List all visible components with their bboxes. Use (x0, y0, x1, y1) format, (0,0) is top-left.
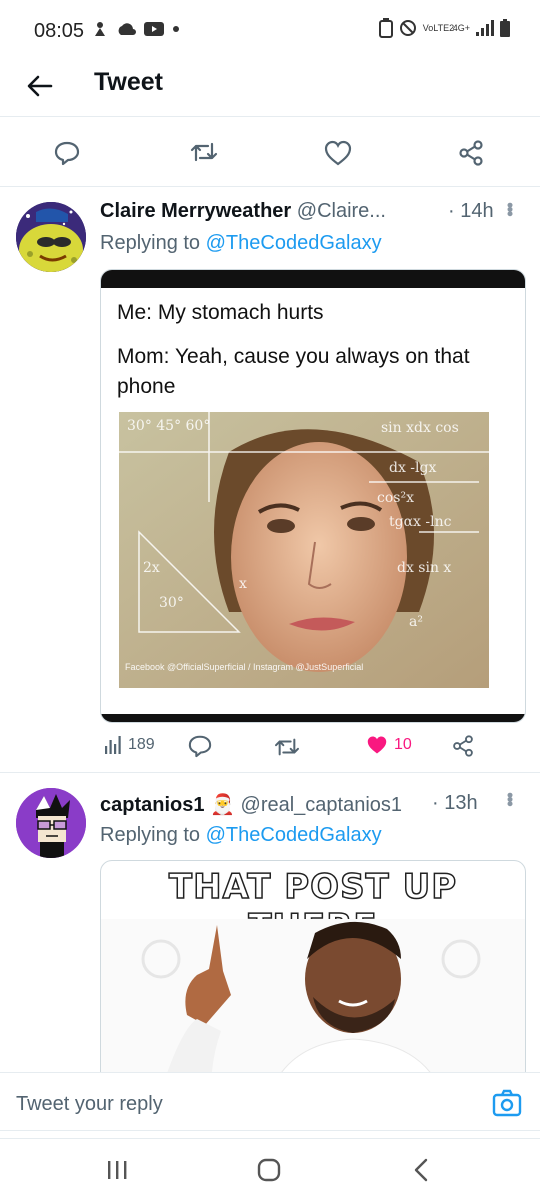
recent-apps-icon (108, 1161, 127, 1179)
battery-icon (500, 19, 510, 37)
recent-apps-button[interactable] (102, 1155, 132, 1185)
replying-to: Replying to @TheCodedGalaxy (100, 824, 382, 847)
author-handle[interactable]: @real_captanios1 (241, 794, 403, 816)
share-icon (459, 140, 483, 166)
reply-icon (188, 735, 212, 758)
tweet-time[interactable]: · 14h (448, 200, 494, 223)
liked-heart-icon (367, 736, 387, 754)
views-count: 189 (128, 736, 155, 753)
svg-text:a²: a² (409, 614, 423, 630)
divider (0, 116, 540, 117)
views-button[interactable]: 189 (104, 736, 155, 754)
do-not-disturb-icon (399, 20, 416, 36)
meme-watermark: Facebook @OfficialSuperficial / Instagra… (125, 662, 363, 672)
confused-math-lady-image: 30° 45° 60° sin xdx cos dx -lgx cos²x tg… (119, 412, 489, 688)
retweet-icon (274, 738, 300, 756)
share-icon (453, 735, 473, 757)
author-handle[interactable]: @Claire... (297, 200, 386, 222)
more-options-button[interactable]: ••• (499, 792, 520, 805)
notification-icon (95, 22, 105, 36)
svg-text:30°: 30° (159, 595, 184, 611)
author-name[interactable]: Claire Merryweather (100, 200, 291, 222)
replying-to-link[interactable]: @TheCodedGalaxy (206, 232, 382, 254)
avatar[interactable] (16, 202, 86, 272)
reply-input[interactable]: Tweet your reply (16, 1093, 163, 1116)
replying-prefix: Replying to (100, 824, 206, 846)
svg-text:tgαx -lnc: tgαx -lnc (389, 514, 452, 530)
home-icon (257, 1158, 281, 1182)
avatar[interactable] (16, 788, 86, 858)
volte-label: VoLTE2 (422, 22, 455, 33)
santa-badge: 🎅 (210, 794, 235, 816)
page-title: Tweet (94, 68, 163, 96)
reply-icon (54, 141, 80, 166)
reply-tweet[interactable]: Claire Merryweather @Claire... · 14h •••… (0, 186, 540, 772)
battery-saver-icon (378, 18, 393, 38)
cloud-icon (118, 23, 136, 35)
like-button[interactable] (324, 140, 352, 166)
meme-line-2: Mom: Yeah, cause you always on that phon… (117, 345, 470, 399)
svg-text:x: x (239, 576, 247, 592)
divider (0, 1130, 540, 1131)
svg-text:sin xdx cos: sin xdx cos (381, 420, 459, 436)
dot-icon (173, 26, 179, 32)
parent-tweet-actions (0, 134, 540, 174)
retweet-button[interactable] (274, 736, 300, 758)
share-button[interactable] (452, 735, 474, 757)
share-button[interactable] (458, 140, 484, 166)
tweet-media[interactable]: THAT POST UP THERE (100, 860, 526, 1072)
like-icon (324, 140, 352, 166)
like-button[interactable]: 10 (366, 735, 412, 755)
back-arrow-icon (27, 75, 53, 97)
tweet-media[interactable]: Me: My stomach hurts Mom: Yeah, cause yo… (100, 269, 526, 723)
replying-to-link[interactable]: @TheCodedGalaxy (206, 824, 382, 846)
chevron-left-icon (414, 1158, 428, 1182)
signal-icon (476, 20, 494, 36)
media-top-bar (101, 270, 525, 288)
youtube-icon (144, 22, 164, 36)
retweet-icon (190, 142, 218, 162)
svg-text:dx -lgx: dx -lgx (389, 460, 436, 476)
avatar-image (16, 788, 86, 858)
status-time: 08:05 (34, 20, 85, 42)
network-type-label: 4G+ (452, 23, 470, 33)
views-icon (105, 736, 121, 754)
retweet-button[interactable] (190, 140, 218, 164)
camera-button[interactable] (492, 1089, 522, 1119)
system-nav-bar (0, 1138, 540, 1201)
reply-tweet[interactable]: captanios1 🎅 @real_captanios1 · 13h ••• … (0, 772, 540, 1072)
back-nav-button[interactable] (406, 1155, 436, 1185)
avatar-image (16, 202, 86, 272)
likes-count: 10 (394, 736, 412, 753)
reply-button[interactable] (54, 140, 80, 166)
status-bar: 08:05 VoLTE2 4G+ (0, 0, 540, 58)
reply-button[interactable] (188, 734, 212, 758)
svg-text:cos²x: cos²x (377, 490, 414, 506)
top-bar: Tweet (0, 58, 540, 116)
svg-text:30° 45° 60°: 30° 45° 60° (127, 418, 210, 434)
more-options-button[interactable]: ••• (499, 202, 520, 215)
svg-text:dx sin x: dx sin x (397, 560, 451, 576)
author-name[interactable]: captanios1 (100, 794, 204, 816)
media-bottom-bar (101, 714, 525, 722)
replying-to: Replying to @TheCodedGalaxy (100, 232, 382, 255)
meme-image: 30° 45° 60° sin xdx cos dx -lgx cos²x tg… (119, 412, 489, 688)
replying-prefix: Replying to (100, 232, 206, 254)
tweet-time[interactable]: · 13h (432, 792, 478, 815)
back-button[interactable] (20, 66, 60, 106)
meme-line-1: Me: My stomach hurts (117, 301, 324, 324)
pointing-up-man-image (101, 919, 525, 1072)
home-button[interactable] (254, 1155, 284, 1185)
svg-text:2x: 2x (143, 560, 160, 576)
camera-icon (492, 1089, 522, 1117)
reply-composer[interactable]: Tweet your reply (0, 1072, 540, 1139)
